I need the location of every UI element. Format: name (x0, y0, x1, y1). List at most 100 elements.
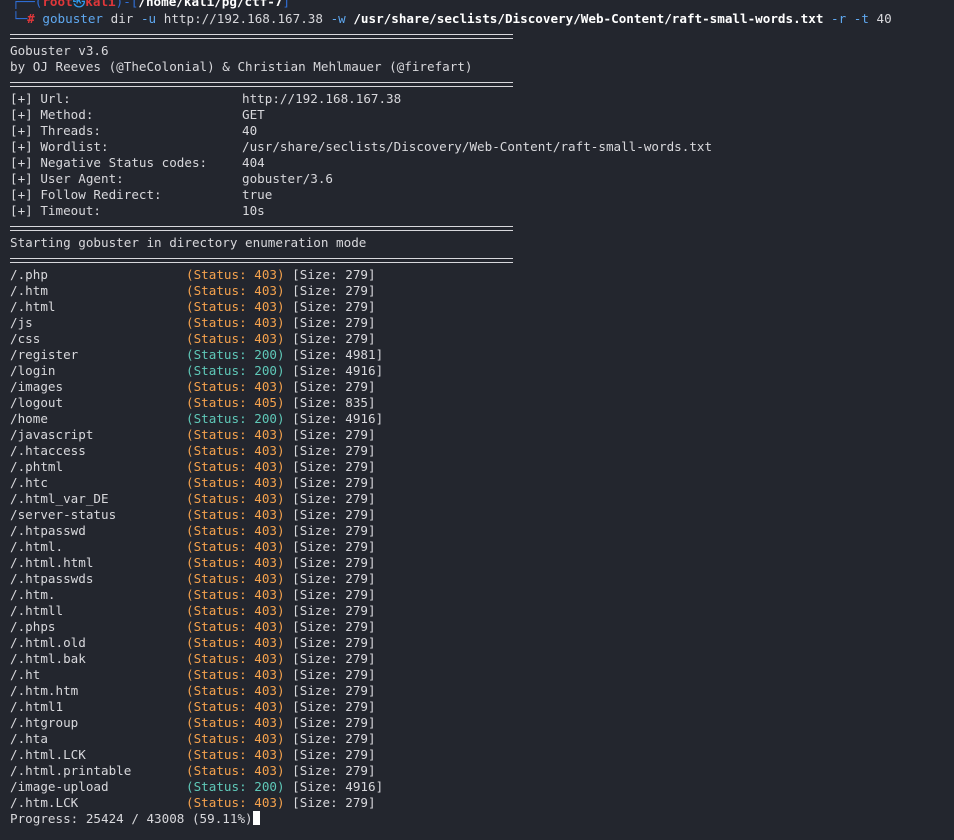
result-row: /css (Status: 403) [Size: 279] (10, 331, 376, 347)
result-row: /js (Status: 403) [Size: 279] (10, 315, 376, 331)
result-status: (Status: 403) (186, 507, 285, 522)
result-status: (Status: 403) (186, 331, 285, 346)
result-row: /.php (Status: 403) [Size: 279] (10, 267, 376, 283)
result-size: [Size: 4916] (292, 363, 384, 378)
command-line: └─# gobuster dir -u http://192.168.167.3… (12, 11, 892, 26)
result-path: /.htaccess (10, 443, 86, 458)
result-row: /.html.LCK (Status: 403) [Size: 279] (10, 747, 376, 763)
result-size: [Size: 279] (292, 667, 376, 682)
separator (10, 82, 513, 87)
result-size: [Size: 279] (292, 379, 376, 394)
result-path: /.htmll (10, 603, 64, 618)
result-path: /.htm.htm (10, 683, 79, 698)
result-path: /.htpasswds (10, 571, 94, 586)
config-row: [+] Threads: 40 (10, 123, 257, 139)
result-row: /register (Status: 200) [Size: 4981] (10, 347, 383, 363)
config-row: [+] Method: GET (10, 107, 265, 123)
prompt-box-corner: ┌──( (12, 0, 43, 9)
result-row: /.htgroup (Status: 403) [Size: 279] (10, 715, 376, 731)
command-url: http://192.168.167.38 (163, 11, 323, 26)
result-size: [Size: 279] (292, 491, 376, 506)
result-size: [Size: 279] (292, 315, 376, 330)
result-status: (Status: 403) (186, 555, 285, 570)
result-row: /logout (Status: 405) [Size: 835] (10, 395, 376, 411)
result-status: (Status: 200) (186, 411, 285, 426)
prompt-cwd: /home/kali/pg/ctf-7 (138, 0, 283, 9)
result-status: (Status: 403) (186, 443, 285, 458)
result-size: [Size: 279] (292, 571, 376, 586)
result-row: /.htaccess (Status: 403) [Size: 279] (10, 443, 376, 459)
config-row: [+] Follow Redirect: true (10, 187, 272, 203)
config-key: [+] Timeout: (10, 203, 101, 218)
prompt-host: kali (85, 0, 116, 9)
result-row: /.htmll (Status: 403) [Size: 279] (10, 603, 376, 619)
result-row: /.hta (Status: 403) [Size: 279] (10, 731, 376, 747)
result-size: [Size: 279] (292, 731, 376, 746)
result-status: (Status: 200) (186, 363, 285, 378)
separator (10, 258, 513, 263)
result-row: /.html.bak (Status: 403) [Size: 279] (10, 651, 376, 667)
result-status: (Status: 403) (186, 587, 285, 602)
config-value: 404 (242, 155, 265, 170)
result-size: [Size: 279] (292, 683, 376, 698)
result-size: [Size: 279] (292, 459, 376, 474)
result-row: /.html.html (Status: 403) [Size: 279] (10, 555, 376, 571)
result-path: /.htgroup (10, 715, 79, 730)
result-status: (Status: 403) (186, 523, 285, 538)
config-key: [+] Negative Status codes: (10, 155, 208, 170)
result-row: /.htm.htm (Status: 403) [Size: 279] (10, 683, 376, 699)
result-status: (Status: 200) (186, 347, 285, 362)
result-row: /.ht (Status: 403) [Size: 279] (10, 667, 376, 683)
result-path: /register (10, 347, 79, 362)
result-path: /login (10, 363, 56, 378)
result-size: [Size: 279] (292, 747, 376, 762)
result-row: /.html (Status: 403) [Size: 279] (10, 299, 376, 315)
result-path: /.htm (10, 283, 48, 298)
result-size: [Size: 279] (292, 555, 376, 570)
prompt-symbol: # (27, 11, 35, 26)
result-path: /.phtml (10, 459, 64, 474)
result-status: (Status: 403) (186, 283, 285, 298)
result-row: /.htm (Status: 403) [Size: 279] (10, 283, 376, 299)
config-row: [+] Negative Status codes: 404 (10, 155, 265, 171)
result-path: /js (10, 315, 33, 330)
result-row: /javascript (Status: 403) [Size: 279] (10, 427, 376, 443)
result-row: /.html.printable (Status: 403) [Size: 279… (10, 763, 376, 779)
config-row: [+] Wordlist: /usr/share/seclists/Discove… (10, 139, 712, 155)
result-path: /.php (10, 267, 48, 282)
prompt-line: ┌──(root㉿kali)-[/home/kali/pg/ctf-7] (12, 0, 290, 10)
config-value: gobuster/3.6 (242, 171, 333, 186)
result-path: /server-status (10, 507, 117, 522)
result-path: /.htc (10, 475, 48, 490)
result-path: /.htm.LCK (10, 795, 79, 810)
result-path: /.html.printable (10, 763, 132, 778)
config-key: [+] Follow Redirect: (10, 187, 162, 202)
result-status: (Status: 403) (186, 699, 285, 714)
result-size: [Size: 279] (292, 651, 376, 666)
result-path: /home (10, 411, 48, 426)
result-status: (Status: 403) (186, 683, 285, 698)
result-size: [Size: 279] (292, 331, 376, 346)
banner-authors: by OJ Reeves (@TheColonial) & Christian … (10, 59, 473, 74)
result-status: (Status: 403) (186, 731, 285, 746)
result-row: /image-upload (Status: 200) [Size: 4916] (10, 779, 383, 795)
config-key: [+] Wordlist: (10, 139, 109, 154)
result-path: /.html. (10, 539, 64, 554)
result-size: [Size: 279] (292, 699, 376, 714)
result-size: [Size: 279] (292, 267, 376, 282)
result-size: [Size: 279] (292, 763, 376, 778)
terminal-window[interactable]: ┌──(root㉿kali)-[/home/kali/pg/ctf-7] └─#… (0, 0, 954, 840)
result-path: /.htm. (10, 587, 56, 602)
config-value: 40 (242, 123, 258, 138)
result-status: (Status: 403) (186, 795, 285, 810)
result-size: [Size: 279] (292, 427, 376, 442)
result-path: /.hta (10, 731, 48, 746)
command-flag-u: -u (140, 11, 157, 26)
result-path: /logout (10, 395, 64, 410)
result-size: [Size: 279] (292, 603, 376, 618)
result-row: /.htm.LCK (Status: 403) [Size: 279] (10, 795, 376, 811)
result-path: /javascript (10, 427, 94, 442)
result-status: (Status: 403) (186, 539, 285, 554)
result-status: (Status: 403) (186, 379, 285, 394)
result-size: [Size: 279] (292, 619, 376, 634)
